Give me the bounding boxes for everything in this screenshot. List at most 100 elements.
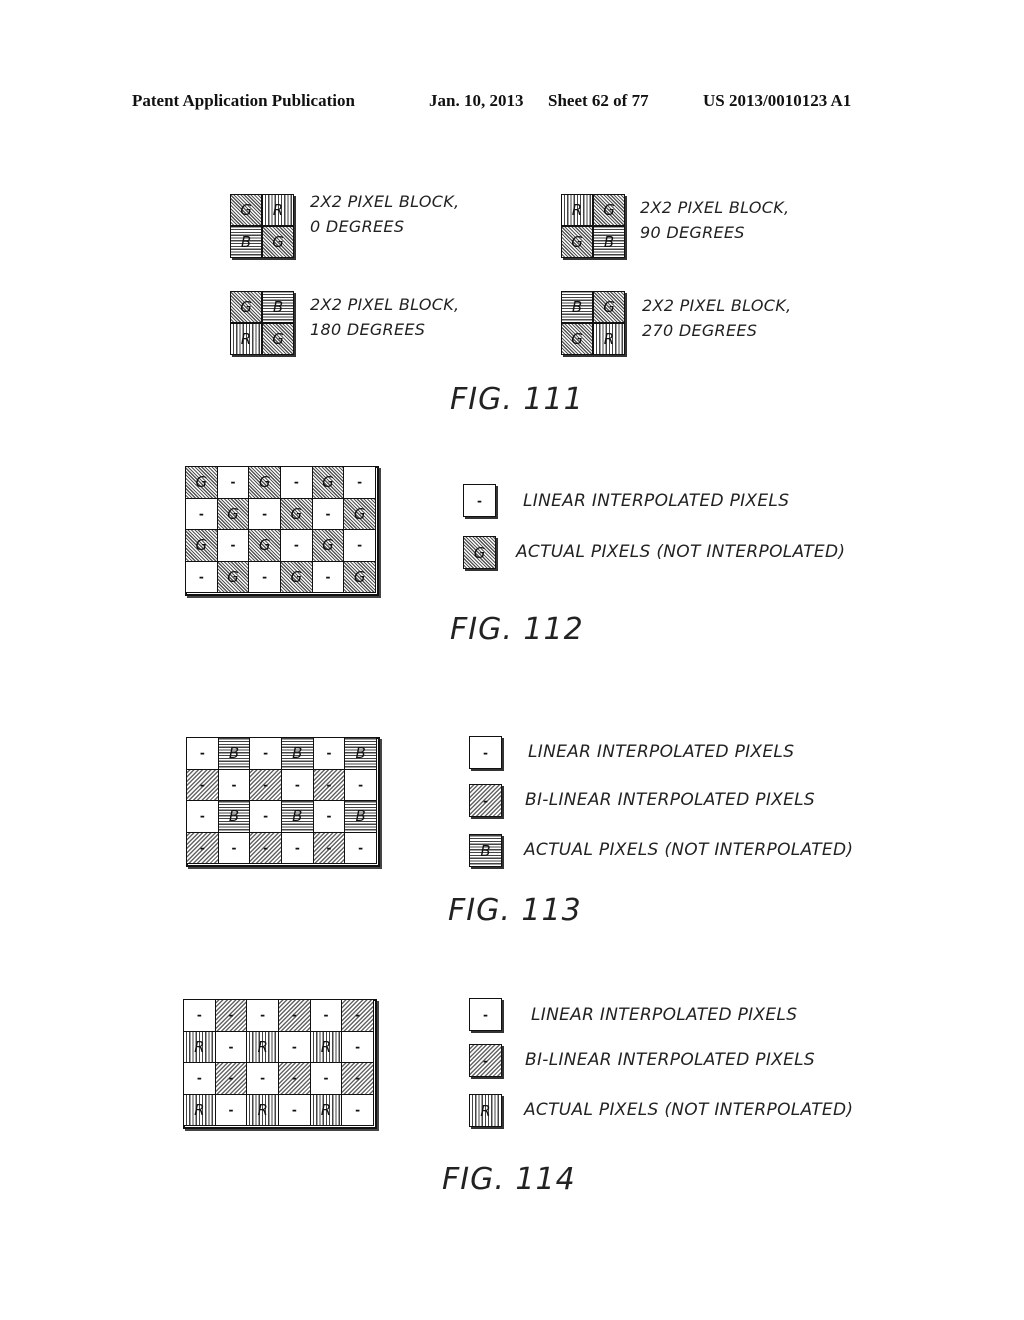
linear-interpolated-pixel: - <box>278 1030 311 1063</box>
cell-symbol: G <box>258 473 271 492</box>
cell-symbol: - <box>230 538 236 553</box>
actual-pixel-g: G <box>248 466 281 499</box>
cell-symbol: G <box>258 536 271 555</box>
actual-pixel-g: G <box>280 497 313 530</box>
actual-pixel-g: G <box>311 529 345 562</box>
cell-symbol: - <box>291 1071 297 1086</box>
cell-symbol: G <box>240 201 252 219</box>
cell-symbol: R <box>272 201 284 219</box>
linear-interpolated-pixel: - <box>281 831 314 864</box>
cell-symbol: G <box>571 330 583 348</box>
legend-label: LINEAR INTERPOLATED PIXELS <box>528 742 795 762</box>
legend-swatch: G <box>463 536 496 569</box>
cell-symbol: B <box>292 807 303 826</box>
sheet-number: Sheet 62 of 77 <box>548 91 649 110</box>
legend-swatch-cell: B <box>469 834 502 867</box>
label-line-2: 180 DEGREES <box>310 320 426 339</box>
pixel-cell-b: B <box>262 291 294 323</box>
figure-caption: FIG. 113 <box>448 893 582 928</box>
figure-caption: FIG. 114 <box>442 1162 576 1197</box>
legend-swatch: B <box>469 834 502 867</box>
linear-interpolated-pixel: - <box>281 768 314 801</box>
legend-swatch-cell: G <box>463 536 496 569</box>
figure-caption: FIG. 111 <box>450 382 584 417</box>
linear-interpolated-pixel: - <box>186 800 219 833</box>
cell-symbol: R <box>257 1037 268 1056</box>
linear-interpolated-pixel: - <box>280 466 313 499</box>
cell-symbol: R <box>194 1100 205 1119</box>
cell-symbol: B <box>571 298 583 316</box>
actual-pixel-r: R <box>309 1030 343 1063</box>
linear-interpolated-pixel: - <box>185 497 218 530</box>
cell-symbol: - <box>199 840 205 855</box>
linear-interpolated-pixel: - <box>249 737 282 770</box>
cell-symbol: - <box>326 840 332 855</box>
pixel-block-180-label: 2X2 PIXEL BLOCK, 180 DEGREES <box>310 292 459 342</box>
linear-interpolated-pixel: - <box>186 737 219 770</box>
linear-interpolated-pixel: - <box>343 529 376 562</box>
linear-interpolated-pixel: - <box>216 466 250 499</box>
pixel-cell-g: G <box>262 226 294 258</box>
label-line-1: 2X2 PIXEL BLOCK, <box>642 296 792 315</box>
linear-interpolated-pixel: - <box>248 497 281 530</box>
cell-symbol: R <box>480 1101 491 1120</box>
cell-symbol: - <box>199 777 205 792</box>
bilinear-interpolated-pixel: - <box>186 831 219 864</box>
pixel-cell-r: R <box>230 323 262 355</box>
cell-symbol: - <box>358 777 364 792</box>
cell-symbol: G <box>240 298 252 316</box>
pixel-cell-b: B <box>230 226 262 258</box>
cell-symbol: - <box>198 569 204 584</box>
cell-symbol: - <box>263 746 269 761</box>
linear-interpolated-pixel: - <box>344 768 377 801</box>
linear-interpolated-pixel: - <box>311 560 345 593</box>
actual-pixel-g: G <box>216 497 250 530</box>
actual-pixel-r: R <box>246 1093 279 1126</box>
cell-symbol: - <box>199 809 205 824</box>
cell-symbol: R <box>571 201 583 219</box>
legend-label: ACTUAL PIXELS (NOT INTERPOLATED) <box>516 542 846 562</box>
cell-symbol: - <box>291 1102 297 1117</box>
cell-symbol: - <box>355 1071 361 1086</box>
legend-swatch-cell: - <box>469 736 502 769</box>
bilinear-interpolated-pixel: - <box>312 768 346 801</box>
cell-symbol: - <box>323 1071 329 1086</box>
linear-interpolated-pixel: - <box>246 999 279 1032</box>
cell-symbol: G <box>272 330 284 348</box>
cell-symbol: - <box>260 1008 266 1023</box>
publication-date: Jan. 10, 2013 <box>429 91 524 110</box>
pixel-block-180-degrees: GBRG <box>230 291 294 355</box>
pixel-cell-g: G <box>593 291 625 323</box>
legend-swatch-cell: - <box>469 998 502 1031</box>
cell-symbol: - <box>263 840 269 855</box>
cell-symbol: R <box>257 1100 268 1119</box>
cell-symbol: B <box>292 744 303 763</box>
cell-symbol: B <box>272 298 284 316</box>
actual-pixel-b: B <box>217 800 251 833</box>
pixel-grid: - - - - - - R - R - R - - - - - - - R - R - R - <box>183 999 377 1129</box>
cell-symbol: R <box>603 330 615 348</box>
pixel-block-0-degrees: GRBG <box>230 194 294 258</box>
pixel-cell-g: G <box>561 226 593 258</box>
bilinear-interpolated-pixel: - <box>312 831 346 864</box>
actual-pixel-r: R <box>246 1030 279 1063</box>
legend-swatch-cell: - <box>469 1044 502 1077</box>
cell-symbol: R <box>194 1037 205 1056</box>
cell-symbol: B <box>355 807 366 826</box>
pixel-cell-r: R <box>593 323 625 355</box>
linear-interpolated-pixel: - <box>343 466 376 499</box>
linear-interpolated-pixel: - <box>249 800 282 833</box>
pixel-cell-b: B <box>593 226 625 258</box>
pixel-block-0-label: 2X2 PIXEL BLOCK, 0 DEGREES <box>310 189 459 239</box>
cell-symbol: G <box>195 536 208 555</box>
cell-symbol: - <box>358 840 364 855</box>
bilinear-interpolated-pixel: - <box>278 1062 311 1095</box>
cell-symbol: G <box>322 473 334 492</box>
cell-symbol: - <box>231 777 237 792</box>
bilinear-interpolated-pixel: - <box>214 999 248 1032</box>
cell-symbol: G <box>353 567 366 586</box>
linear-interpolated-pixel: - <box>217 768 251 801</box>
cell-symbol: - <box>228 1008 234 1023</box>
cell-symbol: - <box>262 506 268 521</box>
cell-symbol: G <box>571 233 583 251</box>
